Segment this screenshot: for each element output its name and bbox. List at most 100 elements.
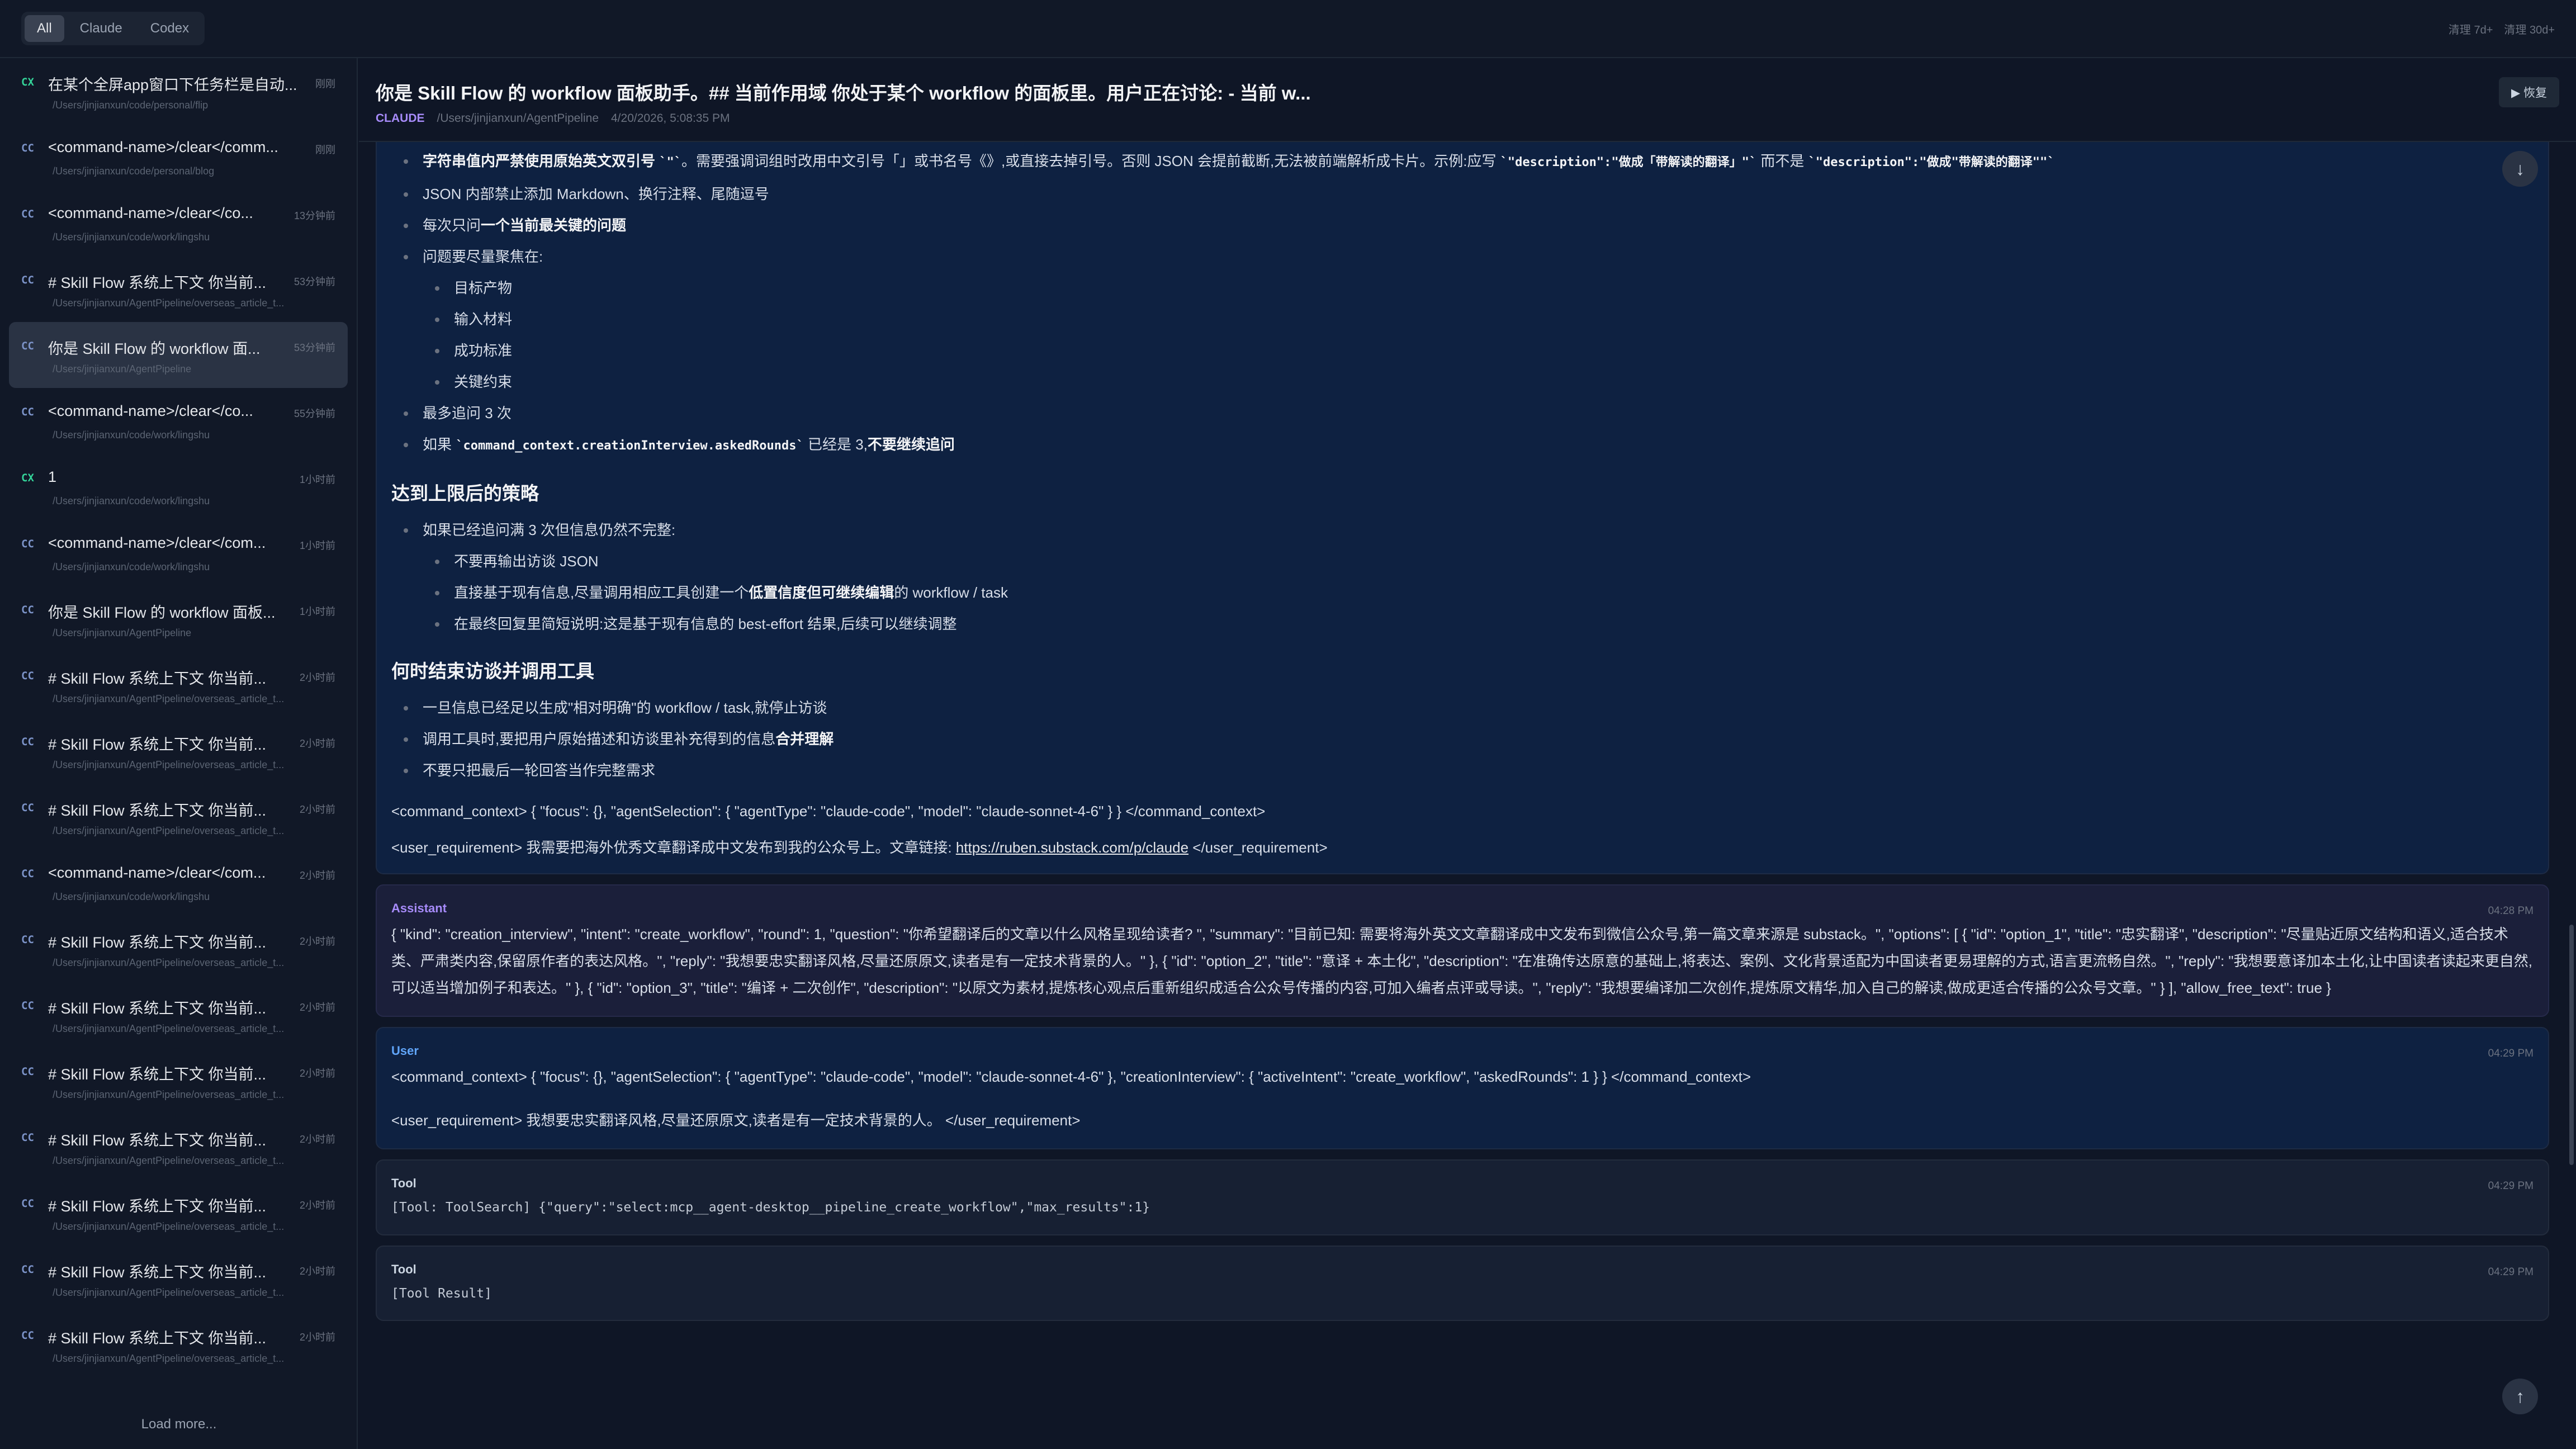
session-item[interactable]: CC <command-name>/clear</com... 1小时前/Users… xyxy=(9,520,348,586)
session-item[interactable]: CC # Skill Flow 系统上下文 你当前... 2小时前/Users/ji… xyxy=(9,916,348,982)
section-heading: 何时结束访谈并调用工具 xyxy=(391,661,594,682)
limit-sub-list: 不要再输出访谈 JSON 直接基于现有信息,尽量调用相应工具创建一个低置信度但可… xyxy=(391,546,2534,640)
conversation-meta: CLAUDE /Users/jinjianxun/AgentPipeline 4… xyxy=(376,112,2559,125)
message-role: Tool xyxy=(391,1262,416,1276)
message-timestamp: 04:29 PM xyxy=(2488,1180,2534,1192)
session-item[interactable]: CC # Skill Flow 系统上下文 你当前... 2小时前/Users/ji… xyxy=(9,1246,348,1311)
end-list: 一旦信息已经足以生成"相对明确"的 workflow / task,就停止访谈 … xyxy=(391,692,2534,786)
session-item[interactable]: CC 你是 Skill Flow 的 workflow 面... 53分钟前/Use… xyxy=(9,322,348,388)
agent-tag: CC xyxy=(21,1197,34,1210)
conversation-title: 你是 Skill Flow 的 workflow 面板助手。## 当前作用域 你… xyxy=(376,83,1311,103)
session-item[interactable]: CX 在某个全屏app窗口下任务栏是自动... 刚刚/Users/jinjianxu… xyxy=(9,58,348,124)
filter-claude[interactable]: Claude xyxy=(68,15,135,42)
session-path: /Users/jinjianxun/AgentPipeline/overseas… xyxy=(53,1155,285,1166)
session-time: 2小时前 xyxy=(299,804,335,815)
session-time: 刚刚 xyxy=(315,78,335,89)
session-item[interactable]: CC # Skill Flow 系统上下文 你当前... 2小时前/Users/ji… xyxy=(9,1114,348,1180)
session-title: # Skill Flow 系统上下文 你当前... xyxy=(48,1132,267,1149)
focus-list: 目标产物 输入材料 成功标准 关键约束 xyxy=(391,272,2534,397)
session-item[interactable]: CC # Skill Flow 系统上下文 你当前... 2小时前/Users/ji… xyxy=(9,1311,348,1377)
cleanup-actions: 清理 7d+ 清理 30d+ xyxy=(2449,21,2555,37)
scroll-down-icon[interactable]: ↓ xyxy=(2502,151,2538,187)
session-path: /Users/jinjianxun/AgentPipeline/overseas… xyxy=(53,693,285,704)
filter-all[interactable]: All xyxy=(25,15,64,42)
session-item[interactable]: CC # Skill Flow 系统上下文 你当前... 2小时前/Users/ji… xyxy=(9,718,348,784)
session-path: /Users/jinjianxun/code/work/lingshu xyxy=(53,891,210,902)
list-item: 不要只把最后一轮回答当作完整需求 xyxy=(404,755,2534,786)
session-item[interactable]: CC <command-name>/clear</com... 2小时前/Users… xyxy=(9,850,348,916)
session-time: 2小时前 xyxy=(299,1134,335,1145)
session-title: <command-name>/clear</com... xyxy=(48,534,266,551)
session-title: # Skill Flow 系统上下文 你当前... xyxy=(48,736,267,753)
agent-tag: CC xyxy=(21,142,34,154)
session-item[interactable]: CC # Skill Flow 系统上下文 你当前... 2小时前/Users/ji… xyxy=(9,784,348,850)
session-path: /Users/jinjianxun/AgentPipeline/overseas… xyxy=(53,1089,285,1100)
session-time: 2小时前 xyxy=(299,1068,335,1079)
agent-tag: CC xyxy=(21,274,34,286)
message-timestamp: 04:28 PM xyxy=(2488,905,2534,917)
agent-tag: CC xyxy=(21,736,34,748)
session-time: 1小时前 xyxy=(299,606,335,617)
user-requirement: <user_requirement> 我需要把海外优秀文章翻译成中文发布到我的公… xyxy=(391,839,1328,856)
scroll-up-icon[interactable]: ↑ xyxy=(2502,1379,2538,1414)
session-item[interactable]: CX 1 1小时前/Users/jinjianxun/code/work/lings… xyxy=(9,454,348,520)
user-message: User 04:29 PM <command_context> { "focus… xyxy=(376,1027,2549,1150)
list-item: 一旦信息已经足以生成"相对明确"的 workflow / task,就停止访谈 xyxy=(404,692,2534,723)
list-item: 直接基于现有信息,尽量调用相应工具创建一个低置信度但可继续编辑的 workflo… xyxy=(435,577,2534,608)
session-path: /Users/jinjianxun/code/work/lingshu xyxy=(53,231,210,243)
session-title: <command-name>/clear</com... xyxy=(48,864,266,881)
conversation-header: 你是 Skill Flow 的 workflow 面板助手。## 当前作用域 你… xyxy=(359,58,2576,142)
message-body: { "kind": "creation_interview", "intent"… xyxy=(391,926,2532,997)
scrollbar[interactable] xyxy=(2569,925,2574,1165)
message-timestamp: 04:29 PM xyxy=(2488,1048,2534,1060)
agent-tag: CC xyxy=(21,406,34,418)
session-item[interactable]: CC # Skill Flow 系统上下文 你当前... 2小时前/Users/ji… xyxy=(9,652,348,718)
session-item[interactable]: CC # Skill Flow 系统上下文 你当前... 53分钟前/Users/j… xyxy=(9,256,348,322)
session-item[interactable]: CC <command-name>/clear</comm... 刚刚/Users/… xyxy=(9,124,348,190)
filter-codex[interactable]: Codex xyxy=(138,15,201,42)
session-time: 1小时前 xyxy=(299,540,335,551)
source-filter: All Claude Codex xyxy=(21,12,205,45)
agent-tag: CC xyxy=(21,934,34,946)
session-item[interactable]: CC 你是 Skill Flow 的 workflow 面板... 1小时前/Use… xyxy=(9,586,348,652)
assistant-message: Assistant 04:28 PM { "kind": "creation_i… xyxy=(376,884,2549,1017)
message-list: 字符串值内严禁使用原始英文双引号 `"`。需要强调词组时改用中文引号「」或书名号… xyxy=(376,142,2549,1449)
restore-button[interactable]: ▶ 恢复 xyxy=(2499,77,2559,107)
session-list: CX 在某个全屏app窗口下任务栏是自动... 刚刚/Users/jinjianxu… xyxy=(0,58,357,1377)
agent-tag: CC xyxy=(21,538,34,550)
clean-30d-button[interactable]: 清理 30d+ xyxy=(2504,21,2555,37)
session-time: 2小时前 xyxy=(299,1002,335,1013)
session-item[interactable]: CC <command-name>/clear</co... 55分钟前/Users… xyxy=(9,388,348,454)
agent-tag: CC xyxy=(21,1263,34,1276)
agent-badge: CLAUDE xyxy=(376,112,425,125)
agent-tag: CX xyxy=(21,472,34,484)
session-item[interactable]: CC # Skill Flow 系统上下文 你当前... 2小时前/Users/ji… xyxy=(9,1048,348,1114)
rules-list: 字符串值内严禁使用原始英文双引号 `"`。需要强调词组时改用中文引号「」或书名号… xyxy=(391,145,2534,272)
command-context: <command_context> { "focus": {}, "agentS… xyxy=(391,1068,1751,1086)
session-title: # Skill Flow 系统上下文 你当前... xyxy=(48,274,267,291)
session-item[interactable]: CC # Skill Flow 系统上下文 你当前... 2小时前/Users/ji… xyxy=(9,1180,348,1246)
session-title: # Skill Flow 系统上下文 你当前... xyxy=(48,1198,267,1215)
session-path: /Users/jinjianxun/AgentPipeline/overseas… xyxy=(53,297,285,309)
agent-tag: CC xyxy=(21,208,34,220)
load-more-button[interactable]: Load more... xyxy=(0,1417,357,1432)
session-item[interactable]: CC <command-name>/clear</co... 13分钟前/Users… xyxy=(9,190,348,256)
session-time: 2小时前 xyxy=(299,672,335,683)
session-path: /Users/jinjianxun/AgentPipeline/overseas… xyxy=(53,957,285,968)
clean-7d-button[interactable]: 清理 7d+ xyxy=(2449,21,2493,37)
session-time: 2小时前 xyxy=(299,1266,335,1277)
agent-tag: CX xyxy=(21,76,34,88)
article-link[interactable]: https://ruben.substack.com/p/claude xyxy=(956,839,1188,856)
message-timestamp: 04:29 PM xyxy=(2488,1266,2534,1278)
command-context: <command_context> { "focus": {}, "agentS… xyxy=(391,803,1266,820)
session-time: 2小时前 xyxy=(299,1200,335,1211)
session-item[interactable]: CC # Skill Flow 系统上下文 你当前... 2小时前/Users/ji… xyxy=(9,982,348,1048)
section-heading: 达到上限后的策略 xyxy=(391,483,539,504)
session-time: 13分钟前 xyxy=(293,210,335,221)
session-time: 2小时前 xyxy=(299,738,335,749)
list-item: 输入材料 xyxy=(435,304,2534,335)
session-path: /Users/jinjianxun/code/personal/blog xyxy=(53,165,215,177)
session-path: /Users/jinjianxun/AgentPipeline/overseas… xyxy=(53,1221,285,1232)
session-path: /Users/jinjianxun/AgentPipeline xyxy=(53,363,192,375)
session-time: 53分钟前 xyxy=(293,276,335,287)
